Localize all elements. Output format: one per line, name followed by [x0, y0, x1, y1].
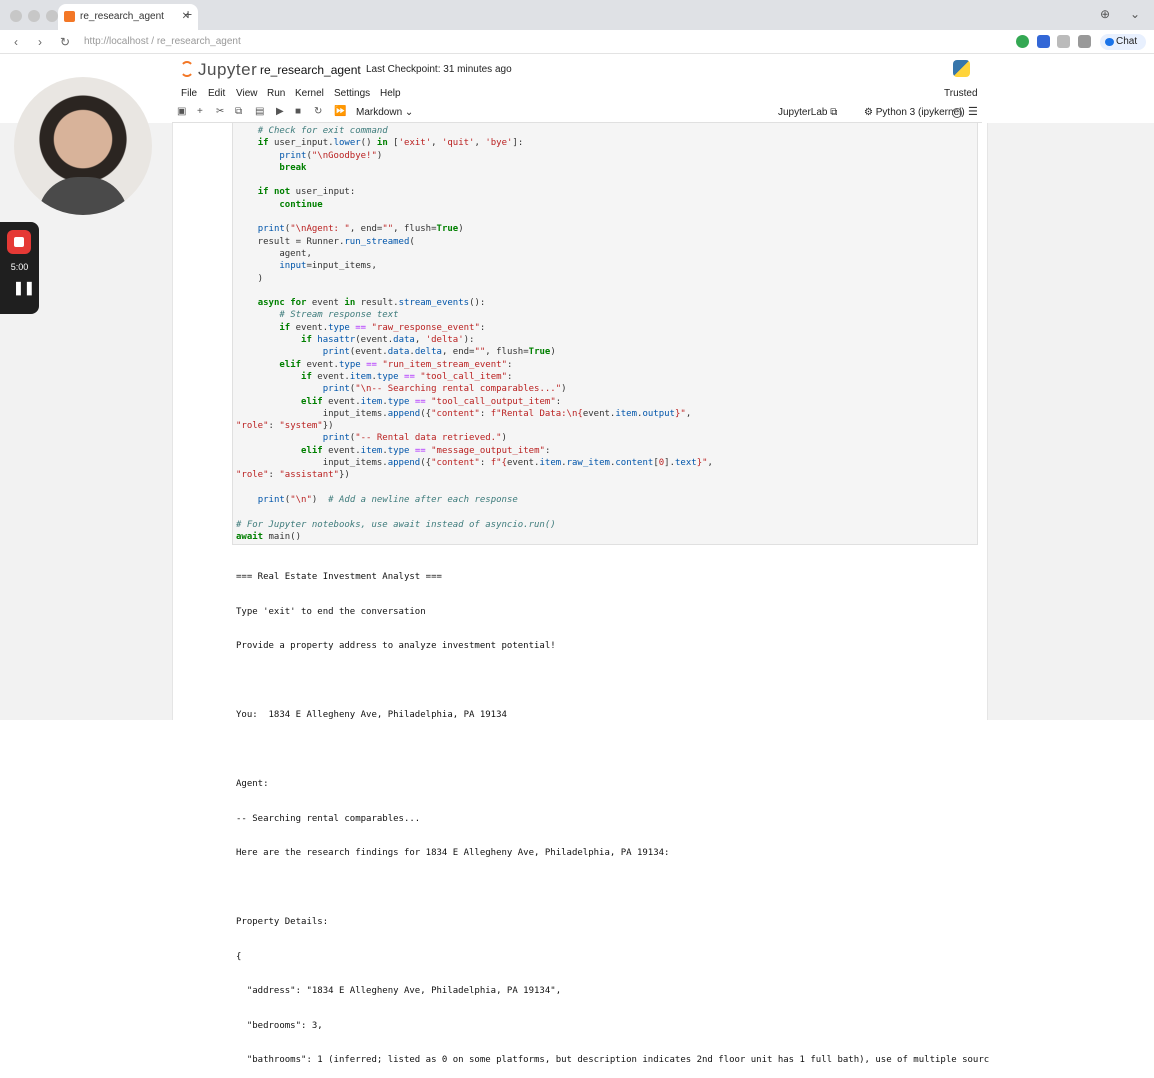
output-line: Agent: — [236, 779, 269, 789]
save-icon[interactable]: ▣ — [177, 106, 186, 117]
address-bar: ‹ › ↻ http://localhost / re_research_age… — [0, 30, 1154, 54]
external-link-icon: ⧉ — [830, 107, 838, 118]
kernel-status-icon — [952, 108, 962, 118]
jupyter-logo[interactable]: Jupyter — [180, 60, 257, 80]
url-host: http://localhost — [84, 36, 149, 47]
restart-run-all-icon[interactable]: ⏩ — [334, 106, 346, 117]
new-tab-button[interactable]: + — [184, 6, 192, 22]
jupyterlab-label: JupyterLab — [778, 107, 828, 118]
jupyter-favicon-icon — [64, 11, 75, 22]
output-line: Property Details: — [236, 917, 329, 927]
hamburger-menu-icon[interactable]: ☰ — [968, 105, 978, 118]
cut-icon[interactable]: ✂ — [216, 106, 224, 117]
jupyter-orbit-icon — [180, 61, 194, 77]
forward-icon[interactable]: › — [38, 35, 42, 49]
reload-icon[interactable]: ↻ — [60, 35, 70, 49]
output-line: ​ — [236, 745, 989, 757]
menu-view[interactable]: View — [236, 88, 258, 99]
copy-icon[interactable]: ⧉ — [235, 106, 242, 117]
output-line: Type 'exit' to end the conversation — [236, 606, 426, 617]
chat-button[interactable]: Chat — [1100, 34, 1146, 50]
url-field[interactable]: http://localhost / re_research_agent — [84, 36, 241, 47]
edit-extension-icon[interactable] — [1057, 35, 1070, 48]
menu-run[interactable]: Run — [267, 88, 285, 99]
maximize-window-icon[interactable] — [46, 10, 58, 22]
output-line: "bathrooms": 1 (inferred; listed as 0 on… — [236, 1055, 990, 1065]
jupyterlab-link[interactable]: JupyterLab ⧉ — [778, 107, 837, 118]
checkpoint-status: Last Checkpoint: 31 minutes ago — [366, 64, 512, 75]
webcam-person — [38, 177, 128, 215]
cell-output: === Real Estate Investment Analyst === T… — [236, 549, 989, 1078]
restart-icon[interactable]: ↻ — [314, 106, 322, 117]
menu-edit[interactable]: Edit — [208, 88, 225, 99]
output-line: ​ — [236, 883, 989, 895]
download-icon[interactable]: ⊕ — [1100, 7, 1110, 21]
browser-tab-bar: re_research_agent ✕ + ⊕ ⌄ — [0, 0, 1154, 30]
puzzle-extension-icon[interactable] — [1078, 35, 1091, 48]
code-editor[interactable]: # Check for exit command if user_input.l… — [236, 125, 713, 543]
kernel-name[interactable]: ⚙ Python 3 (ipykernel) — [864, 107, 965, 118]
output-line: === Real Estate Investment Analyst === — [236, 572, 442, 582]
tab-title: re_research_agent — [80, 11, 164, 22]
paste-icon[interactable]: ▤ — [255, 106, 264, 117]
jupyter-header: Jupyter re_research_agent Last Checkpoin… — [0, 55, 1154, 85]
trusted-indicator[interactable]: Trusted — [944, 88, 978, 99]
pause-icon[interactable]: ❚❚ — [13, 280, 35, 296]
back-icon[interactable]: ‹ — [14, 35, 18, 49]
extension-icon[interactable] — [1037, 35, 1050, 48]
chat-label: Chat — [1116, 36, 1138, 47]
chevron-down-icon: ⌄ — [404, 107, 414, 118]
cell-type-select[interactable]: Markdown ⌄ — [356, 107, 413, 118]
add-cell-icon[interactable]: + — [197, 106, 203, 117]
output-line: Provide a property address to analyze in… — [236, 641, 556, 651]
python-logo-icon — [953, 60, 970, 77]
menu-bar: File Edit View Run Kernel Settings Help … — [0, 85, 1154, 103]
menu-kernel[interactable]: Kernel — [295, 88, 324, 99]
chevron-down-icon[interactable]: ⌄ — [1130, 7, 1140, 21]
notebook-name[interactable]: re_research_agent — [260, 63, 361, 77]
output-line: Here are the research findings for 1834 … — [236, 848, 670, 858]
gear-icon: ⚙ — [864, 107, 873, 118]
webcam-overlay — [14, 77, 152, 215]
stop-recording-button[interactable] — [7, 230, 31, 254]
chat-icon — [1105, 38, 1114, 46]
grammar-extension-icon[interactable] — [1016, 35, 1029, 48]
interrupt-icon[interactable]: ■ — [295, 106, 301, 117]
menu-help[interactable]: Help — [380, 88, 401, 99]
menu-settings[interactable]: Settings — [334, 88, 370, 99]
output-line: ​ — [236, 676, 989, 688]
output-line: "address": "1834 E Allegheny Ave, Philad… — [236, 986, 562, 996]
output-line: -- Searching rental comparables... — [236, 813, 421, 824]
recording-timer: 5:00 — [10, 262, 29, 272]
right-margin — [988, 123, 1154, 720]
minimize-window-icon[interactable] — [28, 10, 40, 22]
recording-controls: 5:00 ❚❚ — [0, 222, 39, 314]
browser-tab[interactable]: re_research_agent ✕ — [58, 4, 198, 30]
jupyter-logo-text: Jupyter — [198, 60, 258, 79]
url-path: / re_research_agent — [148, 36, 241, 47]
output-line: "bedrooms": 3, — [236, 1020, 323, 1031]
notebook-toolbar: ▣ + ✂ ⧉ ▤ ▶ ■ ↻ ⏩ Markdown ⌄ JupyterLab … — [172, 103, 982, 123]
output-line: { — [236, 951, 242, 962]
run-icon[interactable]: ▶ — [276, 106, 284, 117]
cell-type-label: Markdown — [356, 107, 403, 118]
close-window-icon[interactable] — [10, 10, 22, 22]
menu-file[interactable]: File — [181, 88, 197, 99]
